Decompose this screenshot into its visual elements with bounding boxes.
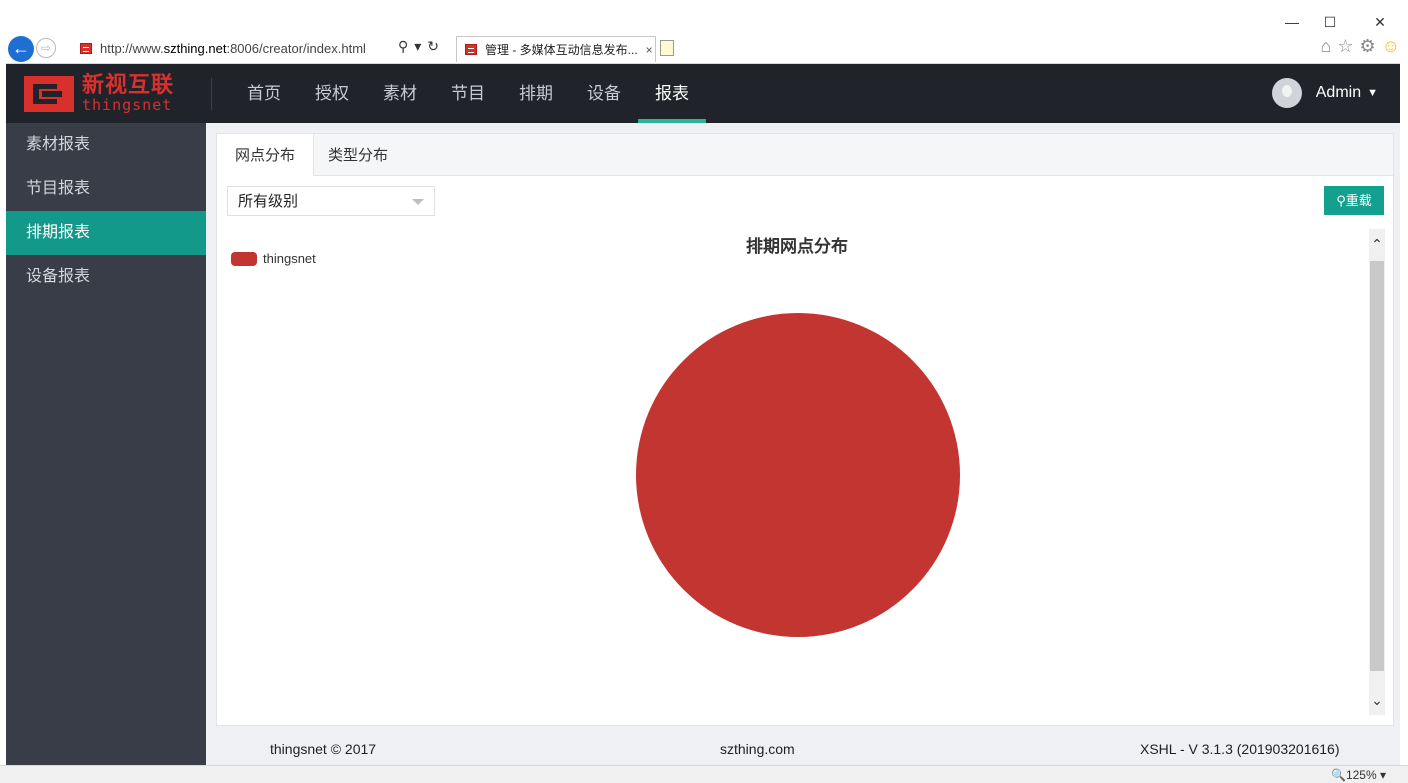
zoom-icon: 🔍 (1330, 768, 1346, 782)
pie-slice-0[interactable] (636, 313, 960, 637)
close-window-button[interactable]: ✕ (1370, 14, 1390, 31)
avatar (1271, 78, 1302, 108)
footer-version: XSHL - V 3.1.3 (201903201616) (1140, 741, 1340, 757)
scroll-down-icon[interactable]: ⌄ (1369, 685, 1385, 715)
nav-item-1[interactable]: 授权 (298, 64, 366, 123)
refresh-icon[interactable]: ↻ (427, 38, 439, 54)
feedback-smiley-icon[interactable]: ☺ (1382, 36, 1400, 57)
site-favicon-icon (80, 42, 92, 54)
sidebar-item-2[interactable]: 排期报表 (6, 211, 206, 255)
sidebar: 素材报表 节目报表 排期报表 设备报表 (6, 123, 206, 765)
sidebar-item-3[interactable]: 设备报表 (6, 255, 206, 299)
maximize-button[interactable]: ☐ (1320, 14, 1340, 31)
pie-chart (636, 313, 960, 637)
nav-item-2[interactable]: 素材 (366, 64, 434, 123)
scroll-thumb[interactable] (1370, 261, 1384, 671)
zoom-level[interactable]: 🔍125% ▾ (1331, 768, 1386, 782)
home-icon[interactable]: ⌂ (1320, 36, 1331, 57)
footer-site: szthing.com (720, 741, 795, 757)
logo-mark-icon (24, 75, 74, 112)
chart-scrollbar[interactable]: ⌃ ⌄ (1369, 229, 1385, 715)
main-menu: 首页 授权 素材 节目 排期 设备 报表 (230, 64, 706, 123)
search-icon[interactable]: ⚲ (398, 38, 408, 54)
browser-tab[interactable]: 管理 - 多媒体互动信息发布... × (456, 36, 656, 62)
logo-en: thingsnet (82, 96, 173, 114)
nav-item-5[interactable]: 设备 (570, 64, 638, 123)
url-prefix: http://www. (100, 40, 164, 56)
logo-cn: 新视互联 (82, 72, 175, 97)
url-host: szthing.net (163, 40, 227, 56)
nav-item-3[interactable]: 节目 (434, 64, 502, 123)
url-suffix: :8006/creator/index.html (226, 40, 366, 56)
forward-arrow-icon[interactable]: ⇨ (36, 38, 56, 58)
browser-chrome: — ☐ ✕ ← ⇨ http://www. szthing.net:8006/cr… (0, 0, 1408, 64)
sidebar-item-1[interactable]: 节目报表 (6, 167, 206, 211)
chart-legend: thingsnet (231, 251, 316, 266)
dropdown-icon[interactable]: ▾ (414, 38, 421, 54)
favorites-star-icon[interactable]: ☆ (1337, 36, 1353, 57)
tab-close-icon[interactable]: × (646, 43, 653, 57)
caret-down-icon: ▼ (1367, 87, 1378, 99)
brand-logo[interactable]: 新视互联 thingsnet (24, 74, 174, 113)
minimize-button[interactable]: — (1282, 14, 1302, 30)
address-actions: ⚲ ▾ ↻ (398, 38, 445, 55)
legend-label[interactable]: thingsnet (263, 251, 316, 266)
browser-statusbar: 🔍125% ▾ (0, 765, 1408, 783)
user-menu[interactable]: Admin ▼ (1271, 78, 1378, 108)
chart-title: 排期网点分布 (746, 237, 848, 256)
user-name: Admin (1315, 84, 1362, 101)
report-panel: 网点分布 类型分布 所有级别 ⚲重载 排期网点分布 thingsnet ⌃ ⌄ (216, 133, 1394, 726)
new-tab-icon[interactable] (660, 40, 674, 56)
tab-favicon-icon (465, 44, 477, 55)
browser-tab-title: 管理 - 多媒体互动信息发布... (485, 43, 638, 57)
logo-text: 新视互联 thingsnet (82, 74, 174, 113)
legend-swatch[interactable] (231, 251, 257, 266)
settings-gear-icon[interactable]: ⚙ (1359, 36, 1375, 57)
scroll-up-icon[interactable]: ⌃ (1369, 229, 1385, 259)
top-navigation: 新视互联 thingsnet 首页 授权 素材 节目 排期 设备 报表 Admin ▼ (6, 64, 1400, 123)
nav-item-4[interactable]: 排期 (502, 64, 570, 123)
nav-divider (211, 78, 212, 110)
back-arrow-icon[interactable]: ← (8, 36, 34, 62)
nav-item-6[interactable]: 报表 (638, 64, 706, 123)
browser-tools: ⌂ ☆ ⚙ ☺ (1320, 36, 1400, 57)
zoom-value: 125% (1345, 768, 1377, 782)
address-bar[interactable]: http://www. szthing.net:8006/creator/inde… (60, 36, 452, 60)
sidebar-item-0[interactable]: 素材报表 (6, 123, 206, 167)
nav-item-0[interactable]: 首页 (230, 64, 298, 123)
footer: thingsnet © 2017 szthing.com XSHL - V 3.… (206, 735, 1400, 765)
window-edge-right (1400, 63, 1408, 765)
footer-copyright: thingsnet © 2017 (270, 741, 377, 757)
